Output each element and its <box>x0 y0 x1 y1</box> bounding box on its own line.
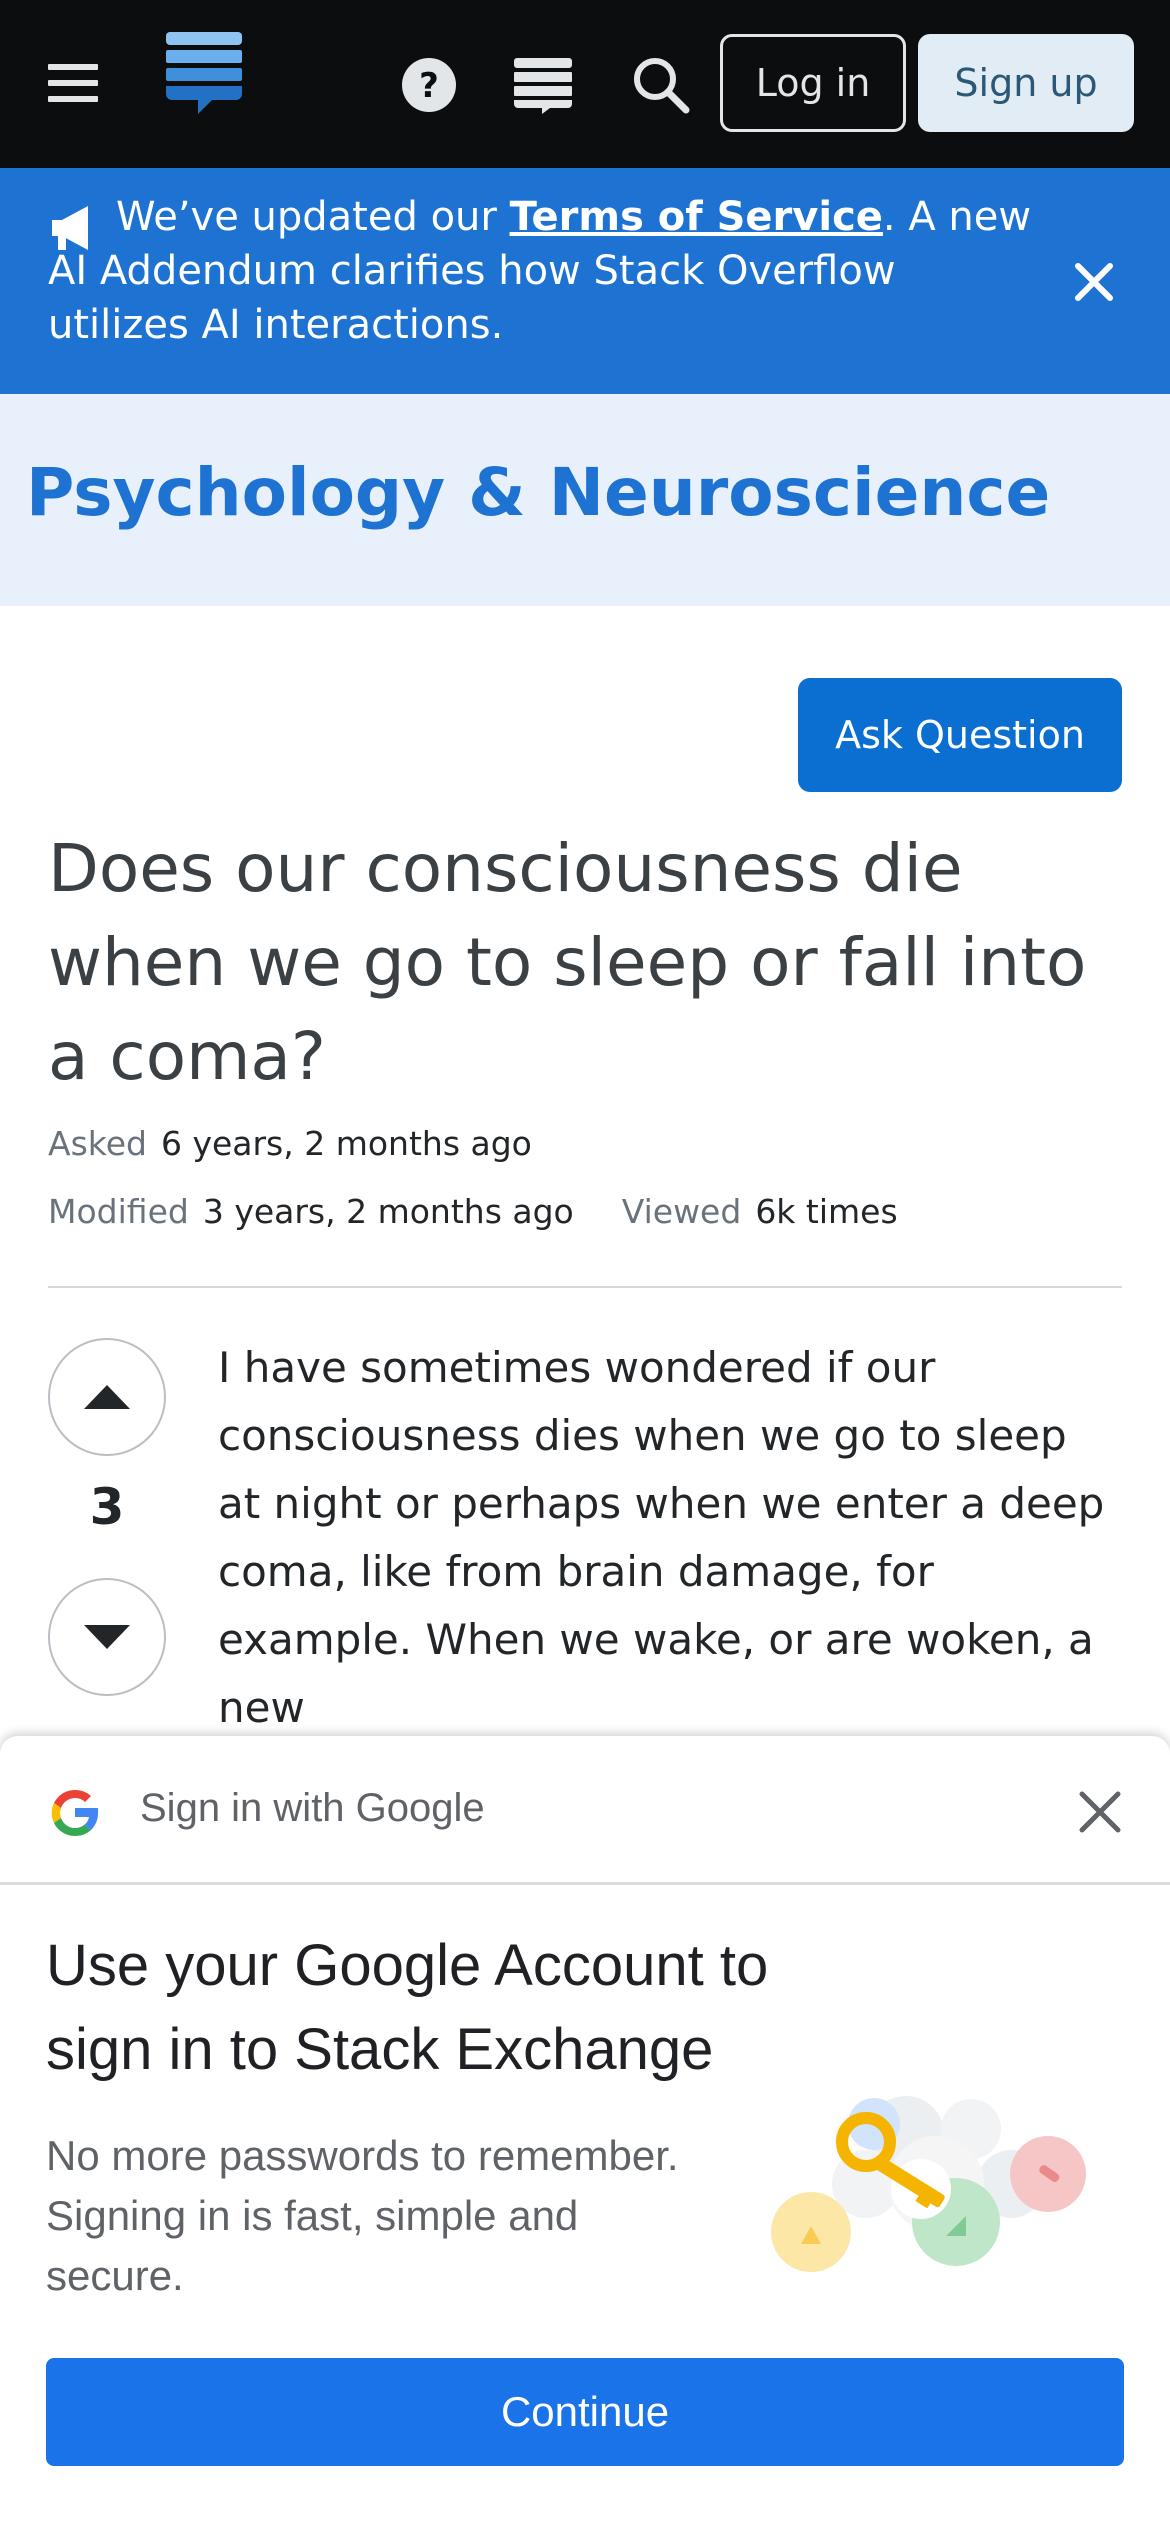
downvote-button[interactable] <box>48 1578 166 1696</box>
google-signin-sheet: Sign in with Google Use your Google Acco… <box>0 1736 1170 2532</box>
top-bar: ? Log in Sign up <box>0 0 1170 168</box>
google-signin-header: Sign in with Google <box>140 1786 485 1830</box>
google-logo-icon <box>51 1789 99 1837</box>
asked-label: Asked <box>48 1124 147 1163</box>
site-title[interactable]: Psychology & Neuroscience <box>26 454 1050 531</box>
site-header: Psychology & Neuroscience <box>0 394 1170 606</box>
continue-button[interactable]: Continue <box>46 2358 1124 2466</box>
divider <box>48 1286 1122 1288</box>
modified-viewed-meta: Modified 3 years, 2 months ago Viewed 6k ti… <box>48 1192 898 1231</box>
search-icon[interactable] <box>630 54 692 116</box>
google-signin-subtitle: No more passwords to remember. Signing i… <box>46 2132 679 2299</box>
notice-text: We’ve updated our Terms of Service. A ne… <box>48 190 1038 352</box>
menu-icon[interactable] <box>48 64 98 102</box>
key-illustration-icon <box>771 2096 1086 2272</box>
modified-label: Modified <box>48 1192 189 1231</box>
asked-meta: Asked 6 years, 2 months ago <box>48 1124 532 1163</box>
arrow-down-icon <box>84 1625 130 1649</box>
modified-value[interactable]: 3 years, 2 months ago <box>203 1192 574 1231</box>
asked-value: 6 years, 2 months ago <box>160 1124 532 1163</box>
ask-question-button[interactable]: Ask Question <box>798 678 1122 792</box>
help-icon[interactable]: ? <box>400 56 458 114</box>
sign-up-button[interactable]: Sign up <box>918 34 1134 132</box>
notice-text-before: We’ve updated our <box>116 194 510 240</box>
sheet-divider <box>0 1882 1170 1885</box>
terms-of-service-link[interactable]: Terms of Service <box>510 194 883 240</box>
chat-icon[interactable] <box>512 56 574 114</box>
question-title[interactable]: Does our consciousness die when we go to… <box>48 822 1128 1104</box>
vote-count: 3 <box>89 1478 125 1536</box>
viewed-label: Viewed <box>621 1192 742 1231</box>
question-body: I have sometimes wondered if our conscio… <box>218 1343 1105 1732</box>
google-signin-title: Use your Google Account to sign in to St… <box>46 1933 769 2082</box>
close-icon[interactable] <box>1076 1788 1124 1836</box>
upvote-button[interactable] <box>48 1338 166 1456</box>
viewed-value: 6k times <box>755 1192 898 1231</box>
stack-exchange-logo[interactable] <box>164 30 244 120</box>
log-in-button[interactable]: Log in <box>720 34 906 132</box>
arrow-up-icon <box>84 1385 130 1409</box>
close-icon[interactable] <box>1072 260 1116 304</box>
terms-notice-banner: We’ve updated our Terms of Service. A ne… <box>0 168 1170 394</box>
svg-text:?: ? <box>419 66 439 106</box>
